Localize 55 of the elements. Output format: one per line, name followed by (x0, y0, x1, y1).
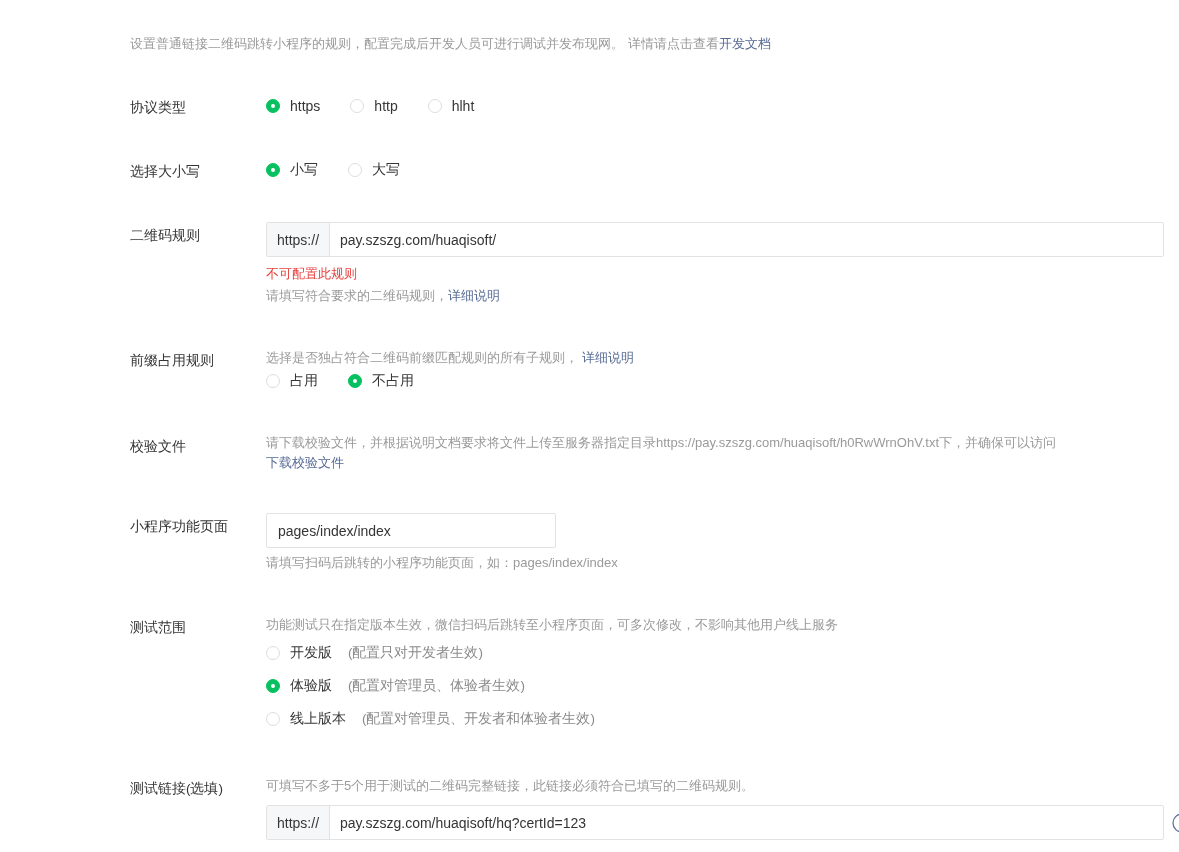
radio-label: http (374, 98, 398, 114)
input-field[interactable]: https:// pay.szszg.com/huaqisoft/hq?certId=123 (266, 805, 1164, 840)
field-label: 校验文件 (130, 438, 187, 456)
download-link[interactable]: 下载校验文件 (266, 455, 344, 470)
option-note: (配置对管理员、开发者和体验者生效) (362, 709, 595, 728)
radio-button[interactable] (348, 374, 362, 388)
radio-label: 小写 (290, 161, 318, 179)
error-message: 不可配置此规则 (266, 265, 358, 283)
field-label: 测试范围 (130, 619, 187, 637)
field-hint: 可填写不多于5个用于测试的二维码完整链接，此链接必须符合已填写的二维码规则。 (266, 777, 756, 795)
radio-option[interactable]: hlht (427, 98, 475, 114)
radio-button[interactable] (266, 163, 280, 177)
field-label: 二维码规则 (130, 227, 201, 245)
radio-option[interactable]: 开发版 (配置只对开发者生效) (266, 636, 1179, 669)
field-label: 小程序功能页面 (130, 518, 229, 536)
input-field[interactable]: pages/index/index (266, 513, 556, 548)
field-hint: 请下载校验文件，并根据说明文档要求将文件上传至服务器指定目录https://pay.szszg.com/huaqisoft/h0RwWrnOhV.txt下，并确保可以访问 (266, 434, 1057, 452)
radio-label: 不占用 (372, 372, 414, 390)
field-hint: 选择是否独占符合二维码前缀匹配规则的所有子规则， 详细说明 (266, 349, 635, 367)
docs-link[interactable]: 开发文档 (718, 36, 771, 51)
field-label: 测试链接(选填) (130, 780, 224, 798)
field-label: 选择大小写 (130, 163, 201, 181)
input-value: pay.szszg.com/huaqisoft/hq?certId=123 (339, 813, 588, 833)
radio-button[interactable] (266, 678, 280, 693)
radio-option[interactable]: 不占用 (348, 372, 414, 390)
radio-option[interactable]: https (266, 98, 321, 114)
detail-link[interactable]: 详细说明 (581, 350, 634, 365)
radio-label: hlht (451, 98, 475, 114)
radio-label: 体验版 (290, 676, 332, 695)
input-field[interactable]: https:// pay.szszg.com/huaqisoft/ (266, 222, 1164, 257)
option-note: (配置对管理员、体验者生效) (348, 676, 525, 695)
prefix-label: https:// (267, 806, 331, 839)
field-hint: 请填写扫码后跳转的小程序功能页面，如：pages/index/index (266, 554, 619, 572)
radio-label: 开发版 (290, 643, 332, 662)
detail-link[interactable]: 详细说明 (448, 288, 500, 303)
field-label: 前缀占用规则 (130, 352, 215, 370)
radio-option[interactable]: 小写 (266, 161, 318, 179)
field-hint: 请填写符合要求的二维码规则，详细说明 (266, 287, 501, 305)
radio-option[interactable]: http (350, 98, 398, 114)
option-note: (配置只对开发者生效) (348, 643, 483, 662)
radio-option[interactable]: 体验版 (配置对管理员、体验者生效) (266, 669, 1179, 702)
radio-label: https (290, 98, 321, 114)
radio-option[interactable]: 占用 (266, 372, 318, 390)
radio-option[interactable]: 大写 (348, 161, 400, 179)
prefix-label: https:// (267, 223, 331, 256)
radio-option[interactable]: 线上版本 (配置对管理员、开发者和体验者生效) (266, 702, 1179, 735)
field-label: 协议类型 (130, 99, 187, 117)
radio-button[interactable] (266, 99, 280, 113)
radio-label: 大写 (372, 161, 400, 179)
intro-text: 设置普通链接二维码跳转小程序的规则，配置完成后开发人员可进行调试并发布现网。 详情请点击查看开发文档 (130, 35, 772, 53)
input-value: pages/index/index (278, 522, 391, 539)
radio-label: 占用 (290, 372, 318, 390)
field-hint: 功能测试只在指定版本生效，微信扫码后跳转至小程序页面，可多次修改，不影响其他用户线上服务 (266, 616, 839, 634)
input-value: pay.szszg.com/huaqisoft/ (339, 230, 498, 250)
radio-label: 线上版本 (290, 709, 346, 728)
